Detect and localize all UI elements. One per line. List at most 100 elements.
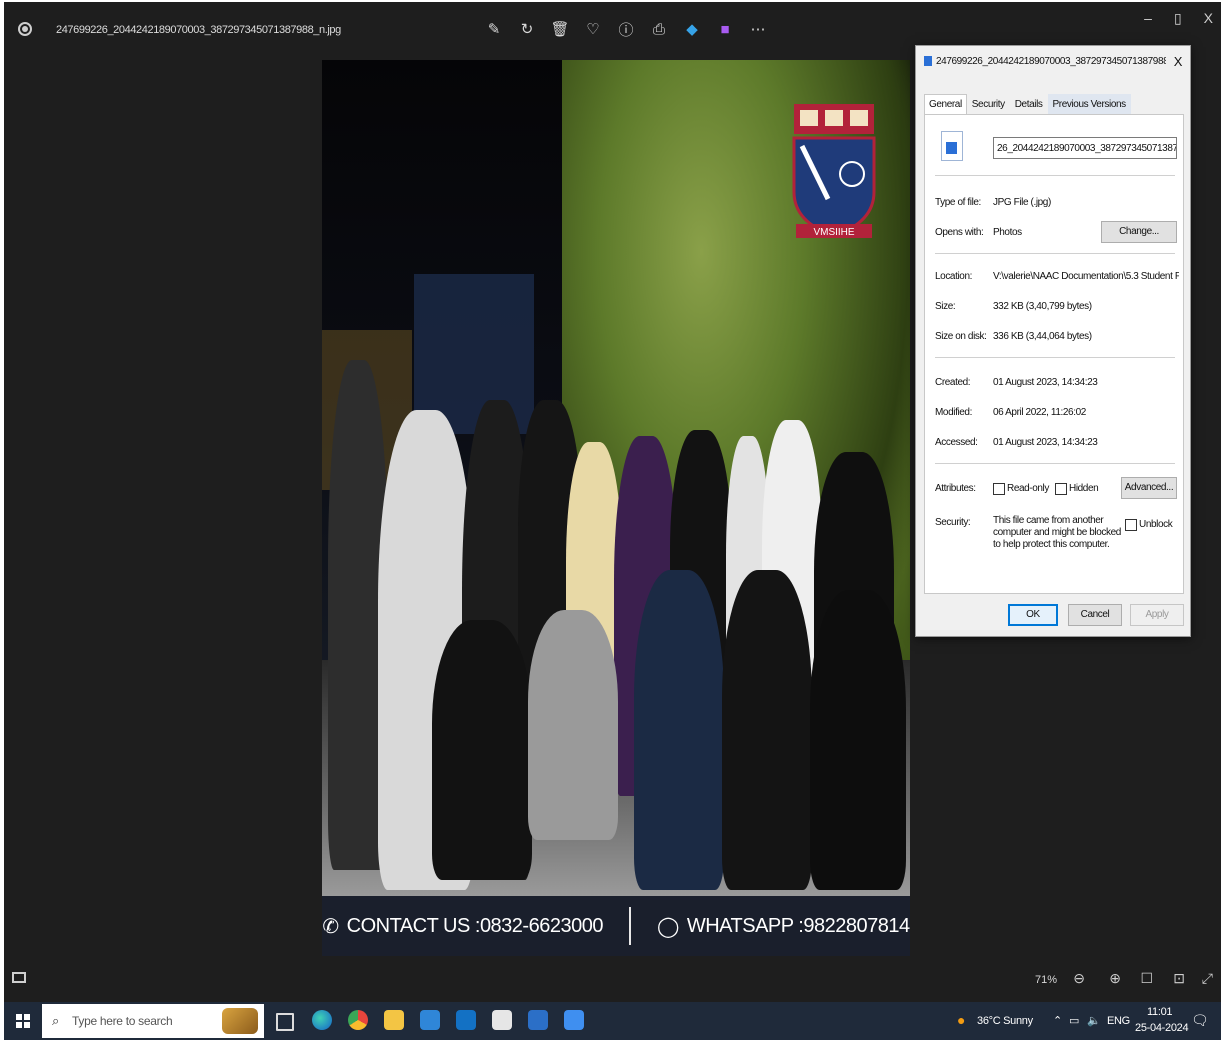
dialog-title-text: 247699226_2044242189070003_3872973450713…	[936, 56, 1166, 67]
file-name-field[interactable]: 26_2044242189070003_387297345071387988_n	[993, 137, 1177, 159]
chrome-browser-icon[interactable]	[348, 1010, 368, 1030]
advanced-button[interactable]: Advanced...	[1121, 477, 1177, 499]
created-label: Created:	[935, 377, 971, 388]
edit-with-paint3d-icon[interactable]: ◆	[680, 16, 704, 42]
divider	[935, 175, 1175, 176]
close-button[interactable]: X	[1204, 10, 1213, 27]
language-indicator[interactable]: ENG	[1107, 1015, 1130, 1027]
word-icon[interactable]	[528, 1010, 548, 1030]
zoom-out-icon[interactable]: ⊖	[1073, 970, 1085, 987]
network-icon[interactable]: ▭	[1069, 1014, 1079, 1027]
unblock-label: Unblock	[1139, 519, 1173, 530]
notification-icon[interactable]: 🗨	[1191, 1012, 1209, 1029]
restore-button[interactable]: ▯	[1174, 10, 1182, 27]
location-label: Location:	[935, 271, 972, 282]
opens-with-label: Opens with:	[935, 227, 984, 238]
photo-person	[722, 570, 812, 890]
accessed-label: Accessed:	[935, 437, 978, 448]
dialog-close-button[interactable]: X	[1174, 54, 1183, 69]
cancel-button[interactable]: Cancel	[1068, 604, 1122, 626]
fit-window-icon[interactable]: ⊡	[1173, 970, 1185, 987]
photo-person	[634, 570, 724, 890]
read-only-checkbox[interactable]	[993, 483, 1005, 495]
contact-number: 0832-6623000	[479, 914, 604, 937]
file-properties-dialog: 247699226_2044242189070003_3872973450713…	[915, 45, 1191, 637]
clock-time[interactable]: 11:01	[1147, 1006, 1173, 1018]
modified-label: Modified:	[935, 407, 972, 418]
dialog-tabs: General Security Details Previous Versio…	[924, 94, 1131, 115]
task-view-icon[interactable]	[276, 1013, 294, 1031]
image-toolbar: ✎ ↻ 🗑 ♡ ⓘ ⎙ ◆ ■ ⋯	[482, 16, 770, 42]
outlook-icon[interactable]	[456, 1010, 476, 1030]
tray-chevron-icon[interactable]: ⌃	[1053, 1014, 1062, 1027]
viewer-status-bar: 71% ⊖ ⊕ ☐ ⊡ ⤢	[4, 960, 1221, 1000]
system-tray: ● 36°C Sunny ⌃ ▭ 🔈 ENG 11:01 25-04-2024 …	[941, 1002, 1221, 1040]
image-file-icon	[924, 56, 932, 67]
weather-icon: ●	[957, 1012, 966, 1028]
info-icon[interactable]: ⓘ	[614, 16, 638, 42]
filmstrip-icon[interactable]	[12, 972, 26, 983]
whatsapp-label: WHATSAPP :	[686, 914, 804, 937]
crest-text: VMSIIHE	[813, 227, 854, 238]
modified-value: 06 April 2022, 11:26:02	[993, 407, 1086, 418]
apply-button[interactable]: Apply	[1130, 604, 1184, 626]
security-label: Security:	[935, 517, 971, 528]
location-value: V:\valerie\NAAC Documentation\5.3 Studen…	[993, 271, 1179, 282]
contact-banner: ✆ CONTACT US : 0832-6623000 ◯ WHATSAPP :…	[322, 896, 910, 956]
dialog-title: 247699226_2044242189070003_3872973450713…	[924, 56, 1166, 67]
delete-icon[interactable]: 🗑	[548, 16, 572, 42]
accessed-value: 01 August 2023, 14:34:23	[993, 437, 1098, 448]
edge-browser-icon[interactable]	[312, 1010, 332, 1030]
photo-person	[432, 620, 532, 880]
contact-label: CONTACT US :	[346, 914, 481, 937]
rotate-icon[interactable]: ↻	[515, 16, 539, 42]
windows-start-icon[interactable]	[16, 1014, 30, 1028]
type-of-file-value: JPG File (.jpg)	[993, 197, 1051, 208]
taskbar-search-box[interactable]: ⌕ Type here to search	[42, 1004, 264, 1038]
more-icon[interactable]: ⋯	[746, 16, 770, 42]
file-name: 247699226_2044242189070003_3872973450713…	[56, 24, 341, 36]
full-screen-icon[interactable]: ⤢	[1202, 970, 1213, 987]
divider	[935, 463, 1175, 464]
change-button[interactable]: Change...	[1101, 221, 1177, 243]
type-of-file-label: Type of file:	[935, 197, 981, 208]
search-placeholder: Type here to search	[72, 1014, 173, 1028]
tab-previous-versions[interactable]: Previous Versions	[1047, 94, 1131, 115]
clock-date[interactable]: 25-04-2024	[1135, 1022, 1189, 1034]
unblock-checkbox[interactable]	[1125, 519, 1137, 531]
window-controls: – ▯ X	[1144, 10, 1213, 27]
college-crest-logo: VMSIIHE	[792, 104, 876, 238]
tab-details[interactable]: Details	[1010, 94, 1048, 115]
mail-icon[interactable]	[420, 1010, 440, 1030]
favorite-icon[interactable]: ♡	[581, 16, 605, 42]
clipchamp-icon[interactable]: ■	[713, 16, 737, 42]
banner-divider	[628, 907, 631, 945]
created-value: 01 August 2023, 14:34:23	[993, 377, 1098, 388]
weather-text[interactable]: 36°C Sunny	[977, 1015, 1033, 1027]
print-icon[interactable]: ⎙	[647, 16, 671, 42]
windows-taskbar: ⌕ Type here to search ● 36°C Sunny ⌃ ▭ 🔈…	[4, 1002, 1221, 1040]
zoom-in-icon[interactable]: ⊕	[1109, 970, 1121, 987]
photo-person	[528, 610, 618, 840]
whatsapp-number: 9822807814	[803, 914, 910, 937]
file-explorer-icon[interactable]	[384, 1010, 404, 1030]
volume-icon[interactable]: 🔈	[1087, 1014, 1101, 1027]
photos-taskbar-icon[interactable]	[564, 1010, 584, 1030]
photo-viewer-image[interactable]: VMSIIHE ✆ CONTACT US : 0832-6623000 ◯ WH…	[322, 60, 910, 956]
calculator-icon[interactable]	[492, 1010, 512, 1030]
actual-size-icon[interactable]: ☐	[1140, 970, 1153, 987]
opens-with-value: Photos	[993, 227, 1022, 238]
security-message: This file came from another computer and…	[993, 515, 1121, 550]
hidden-label: Hidden	[1069, 483, 1099, 494]
hidden-checkbox[interactable]	[1055, 483, 1067, 495]
tab-general[interactable]: General	[924, 94, 967, 115]
size-on-disk-label: Size on disk:	[935, 331, 987, 342]
zoom-level: 71%	[1034, 974, 1057, 986]
attributes-label: Attributes:	[935, 483, 976, 494]
ok-button[interactable]: OK	[1008, 604, 1058, 626]
size-on-disk-value: 336 KB (3,44,064 bytes)	[993, 331, 1092, 342]
photo-person	[810, 590, 906, 890]
edit-icon[interactable]: ✎	[482, 16, 506, 42]
minimize-button[interactable]: –	[1144, 10, 1152, 27]
tab-security[interactable]: Security	[967, 94, 1010, 115]
